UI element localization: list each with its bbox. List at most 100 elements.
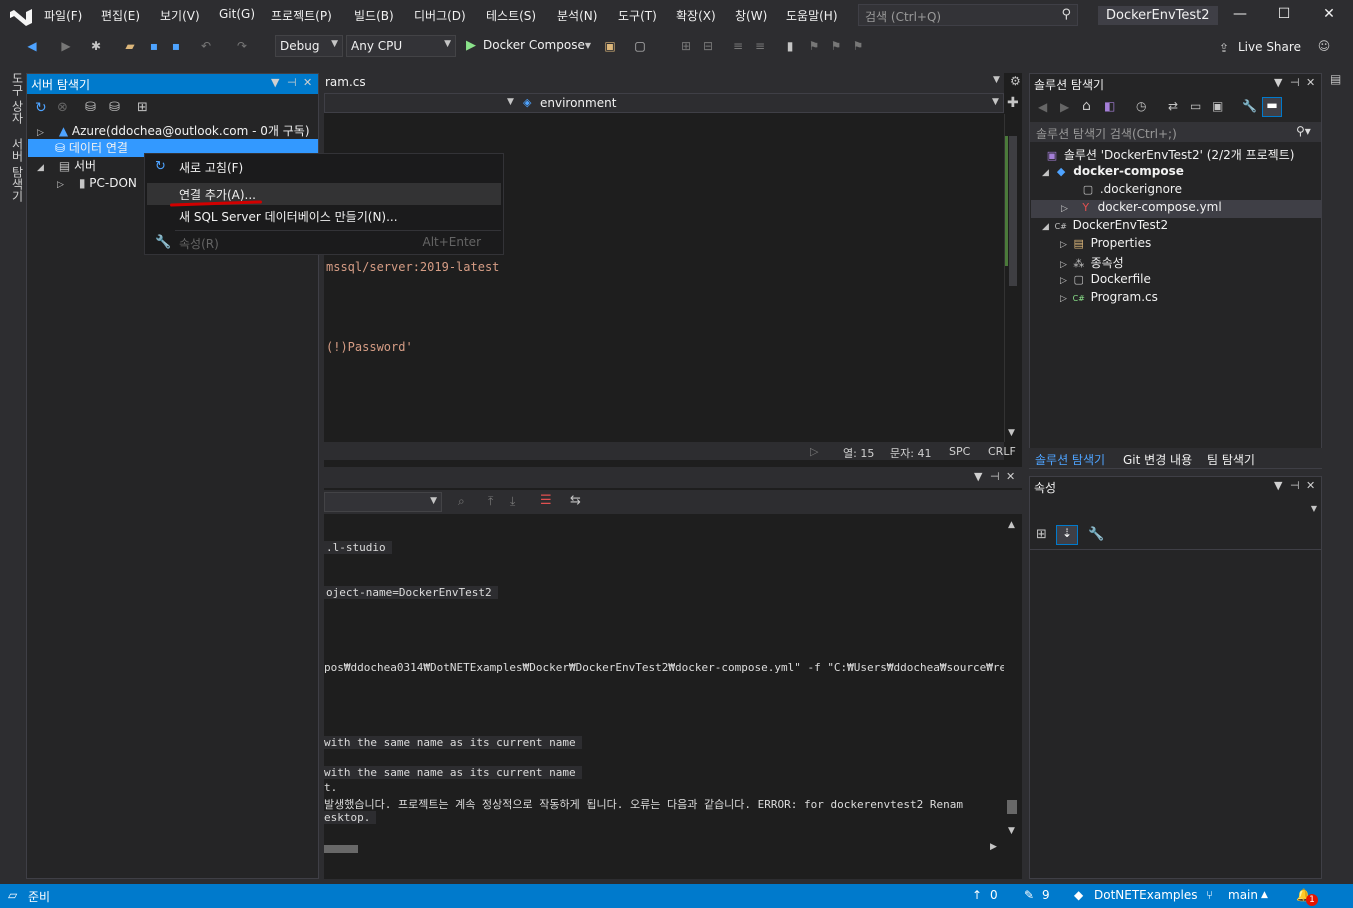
- tree-item-properties[interactable]: ▷ ▤ Properties: [1060, 236, 1151, 254]
- menu-file[interactable]: 파일(F): [44, 7, 82, 24]
- editor-tab-program[interactable]: ram.cs: [325, 75, 366, 89]
- chevron-down-icon[interactable]: ▼: [580, 38, 596, 54]
- menu-test[interactable]: 테스트(S): [486, 7, 536, 24]
- menu-edit[interactable]: 편집(E): [101, 7, 140, 24]
- connect-database-icon[interactable]: ⛁: [85, 100, 96, 115]
- menu-view[interactable]: 보기(V): [160, 7, 200, 24]
- sync-icon[interactable]: ⇄: [1168, 99, 1178, 113]
- menu-build[interactable]: 빌드(B): [354, 7, 394, 24]
- expander-icon[interactable]: ◢: [1042, 168, 1049, 178]
- close-icon[interactable]: ✕: [1006, 470, 1015, 483]
- chevron-down-icon[interactable]: ▼: [1274, 76, 1282, 89]
- chevron-up-icon[interactable]: ▲: [1261, 890, 1268, 900]
- expander-icon[interactable]: ◢: [37, 163, 49, 173]
- forward-icon[interactable]: ▶: [1060, 100, 1069, 114]
- push-count[interactable]: 0: [990, 888, 998, 902]
- redo-icon[interactable]: ↷: [234, 38, 250, 54]
- menu-project[interactable]: 프로젝트(P): [271, 7, 332, 24]
- next-bookmark-icon[interactable]: ⚑: [828, 38, 844, 54]
- back-icon[interactable]: ◀: [24, 38, 40, 54]
- run-target-button[interactable]: Docker Compose: [483, 38, 585, 52]
- close-icon[interactable]: ✕: [1306, 479, 1315, 492]
- pencil-icon[interactable]: ✎: [1024, 888, 1034, 902]
- hscroll-thumb[interactable]: [324, 845, 358, 853]
- nav-member-select[interactable]: environment: [540, 96, 616, 110]
- property-pages-icon[interactable]: 🔧: [1088, 527, 1104, 542]
- window-icon[interactable]: ▢: [632, 38, 648, 54]
- solution-search-input[interactable]: 솔루션 탐색기 검색(Ctrl+;) ⚲▾: [1030, 122, 1321, 142]
- switch-view-icon[interactable]: ◧: [1104, 99, 1115, 113]
- push-icon[interactable]: ↑: [972, 888, 982, 902]
- changes-count[interactable]: 9: [1042, 888, 1050, 902]
- chevron-down-icon[interactable]: ▼: [993, 75, 1000, 85]
- comment-icon[interactable]: ≡: [730, 38, 746, 54]
- split-icon[interactable]: ✚: [1007, 95, 1019, 111]
- menu-debug[interactable]: 디버그(D): [414, 7, 466, 24]
- prev-message-icon[interactable]: ⤒: [488, 494, 493, 509]
- tree-item-docker-compose-yml[interactable]: ▷ Y docker-compose.yml: [1031, 200, 1321, 218]
- menu-analyze[interactable]: 분석(N): [557, 7, 597, 24]
- tree-item-dockerignore[interactable]: ▢ .dockerignore: [1080, 182, 1182, 200]
- close-icon[interactable]: ✕: [303, 76, 312, 89]
- notifications-side-icon[interactable]: ▤: [1330, 72, 1341, 86]
- properties-object-select[interactable]: ▼: [1030, 499, 1321, 519]
- editor-scrollbar[interactable]: [1004, 114, 1021, 442]
- clear-bookmarks-icon[interactable]: ⚑: [850, 38, 866, 54]
- step-over-icon[interactable]: ⊟: [700, 38, 716, 54]
- properties-wrench-icon[interactable]: 🔧: [1242, 99, 1257, 113]
- browser-icon[interactable]: ▣: [602, 38, 618, 54]
- repo-icon[interactable]: ◆: [1074, 888, 1083, 902]
- minimize-icon[interactable]: —: [1225, 6, 1255, 22]
- next-message-icon[interactable]: ⤓: [510, 494, 515, 509]
- azure-portal-icon[interactable]: ⊞: [137, 100, 148, 115]
- expander-icon[interactable]: ▷: [1060, 294, 1067, 304]
- output-scrollbar[interactable]: ▲ ▼: [1004, 516, 1021, 840]
- preview-icon[interactable]: ▬: [1262, 97, 1282, 117]
- menu-item-refresh[interactable]: ↻ 새로 고침(F): [147, 156, 501, 178]
- maximize-icon[interactable]: ☐: [1269, 6, 1299, 22]
- live-share-button[interactable]: Live Share: [1238, 40, 1301, 54]
- scroll-up-icon[interactable]: ▲: [1008, 520, 1015, 530]
- expander-icon[interactable]: ▷: [1060, 276, 1067, 286]
- scroll-thumb[interactable]: [1009, 136, 1017, 286]
- home-icon[interactable]: ⌂: [1082, 98, 1091, 114]
- tree-item-docker-compose[interactable]: ◢ ◆ docker-compose: [1042, 164, 1184, 182]
- tab-solution-explorer[interactable]: 솔루션 탐색기: [1035, 451, 1105, 468]
- pin-icon[interactable]: ⊣: [990, 470, 1000, 483]
- menu-git[interactable]: Git(G): [219, 7, 255, 21]
- tree-item-project[interactable]: ◢ C# DockerEnvTest2: [1042, 218, 1168, 236]
- menu-help[interactable]: 도움말(H): [786, 7, 838, 24]
- menu-extensions[interactable]: 확장(X): [676, 7, 716, 24]
- whitespace-indicator[interactable]: SPC: [949, 445, 970, 458]
- tree-item-servers[interactable]: ◢ ▤ 서버: [37, 157, 96, 175]
- chevron-down-icon[interactable]: ▼: [1274, 479, 1282, 492]
- pending-changes-icon[interactable]: ◷: [1136, 99, 1146, 113]
- tree-item-program-cs[interactable]: ▷ C# Program.cs: [1060, 290, 1158, 308]
- tree-item-solution[interactable]: ▣ 솔루션 'DockerEnvTest2' (2/2개 프로젝트): [1044, 146, 1295, 164]
- line-ending-indicator[interactable]: CRLF: [988, 445, 1016, 458]
- word-wrap-icon[interactable]: ⇆: [570, 493, 581, 508]
- menu-item-create-sql-database[interactable]: 새 SQL Server 데이터베이스 만들기(N)...: [147, 205, 501, 227]
- clear-all-icon[interactable]: ☰: [540, 493, 552, 508]
- save-icon[interactable]: ▪: [146, 38, 162, 54]
- chevron-down-icon[interactable]: ▼: [507, 97, 514, 107]
- tree-item-azure[interactable]: ▷ ▲ Azure(ddochea@outlook.com - 0개 구독): [37, 122, 310, 140]
- tree-item-dependencies[interactable]: ▷ ⁂ 종속성: [1060, 254, 1124, 272]
- run-play-icon[interactable]: ▶: [466, 38, 476, 53]
- output-source-select[interactable]: ▼: [324, 492, 442, 512]
- pin-icon[interactable]: ⊣: [1290, 479, 1300, 492]
- show-all-files-icon[interactable]: ▣: [1212, 99, 1223, 113]
- uncomment-icon[interactable]: ≡: [752, 38, 768, 54]
- expander-icon[interactable]: ▷: [37, 128, 49, 138]
- config-select[interactable]: Debug ▼: [275, 35, 343, 57]
- bookmark-icon[interactable]: ▮: [782, 38, 798, 54]
- close-icon[interactable]: ✕: [1314, 6, 1344, 22]
- pin-icon[interactable]: ⊣: [1290, 76, 1300, 89]
- expander-icon[interactable]: ▷: [1061, 204, 1068, 214]
- alphabetical-icon[interactable]: ⇣: [1056, 525, 1078, 545]
- search-input[interactable]: 검색 (Ctrl+Q) ⚲: [858, 4, 1078, 26]
- tree-item-dockerfile[interactable]: ▷ ▢ Dockerfile: [1060, 272, 1151, 290]
- undo-icon[interactable]: ↶: [198, 38, 214, 54]
- expander-icon[interactable]: ▷: [1060, 260, 1067, 270]
- gear-icon[interactable]: ⚙: [1010, 74, 1021, 88]
